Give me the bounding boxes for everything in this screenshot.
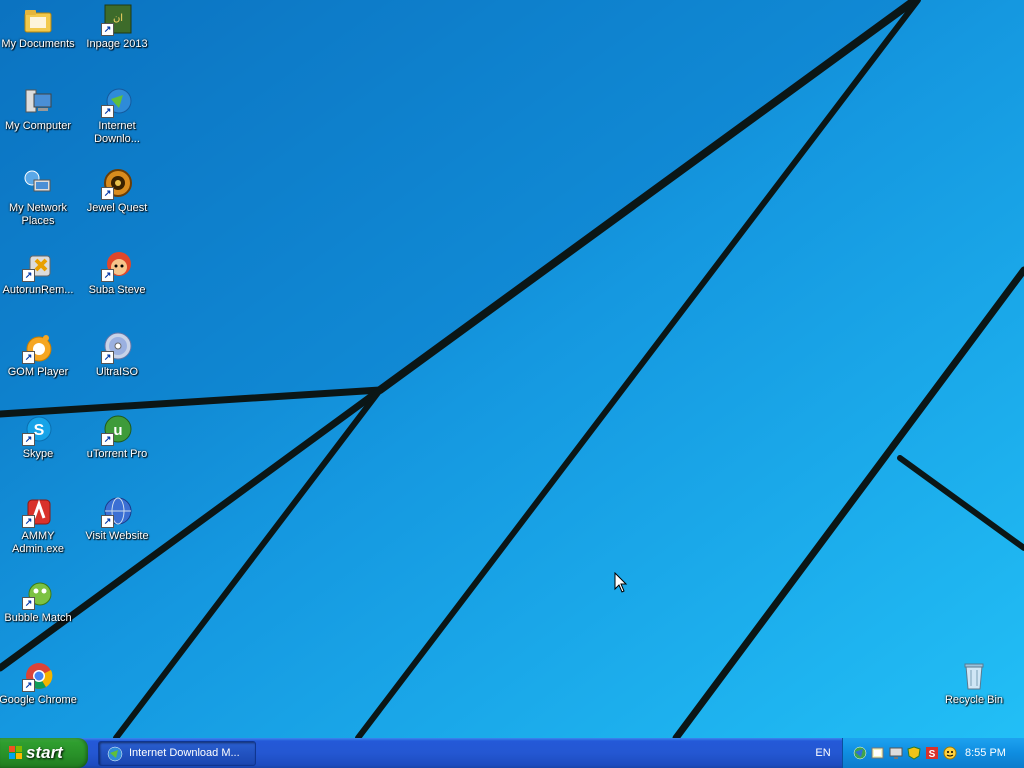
icon-label: Internet Downlo...	[94, 120, 140, 145]
language-indicator[interactable]: EN	[808, 738, 838, 768]
icon-label: My Network Places	[8, 202, 68, 227]
desktop-icon-autorun-remover[interactable]: ↗ AutorunRem...	[0, 250, 78, 297]
icon-label: UltraISO	[95, 366, 139, 378]
icon-label: AutorunRem...	[2, 284, 74, 296]
start-label: start	[26, 743, 63, 762]
icon-label: Inpage 2013	[86, 38, 148, 50]
icon-label: Suba Steve	[88, 284, 146, 296]
chrome-icon: ↗	[22, 660, 54, 692]
shortcut-arrow-icon: ↗	[22, 515, 35, 528]
svg-text:S: S	[34, 422, 45, 439]
desktop-icon-jewel-quest[interactable]: ↗ Jewel Quest	[77, 168, 157, 215]
shortcut-arrow-icon: ↗	[101, 105, 114, 118]
desktop-icon-inpage-2013[interactable]: ان ↗ Inpage 2013	[77, 4, 157, 51]
desktop-icon-skype[interactable]: S ↗ Skype	[0, 414, 78, 461]
desktop-icon-suba-steve[interactable]: ↗ Suba Steve	[77, 250, 157, 297]
jewel-quest-icon: ↗	[101, 168, 133, 200]
icon-label: My Computer	[4, 120, 72, 132]
icon-label: Skype	[22, 448, 54, 460]
utorrent-icon: u ↗	[101, 414, 133, 446]
folder-icon	[22, 4, 54, 36]
icon-label: My Documents	[1, 38, 75, 50]
shortcut-arrow-icon: ↗	[22, 351, 35, 364]
icon-label: GOM Player	[7, 366, 69, 378]
skype-icon: S ↗	[22, 414, 54, 446]
mouse-pointer-icon	[614, 572, 628, 593]
desktop-icon-gom-player[interactable]: ↗ GOM Player	[0, 332, 78, 379]
svg-text:S: S	[929, 749, 936, 760]
desktop-icon-internet-download-manager[interactable]: ↗ Internet Downlo...	[77, 86, 157, 146]
game-character-icon: ↗	[101, 250, 133, 282]
taskbar: start Internet Download M... EN S 8:55 P…	[0, 738, 1024, 768]
icon-label: uTorrent Pro	[86, 448, 148, 460]
bubble-match-icon: ↗	[22, 578, 54, 610]
ammy-admin-icon: ↗	[22, 496, 54, 528]
internet-download-manager-icon	[107, 746, 123, 762]
desktop-icon-my-network-places[interactable]: My Network Places	[0, 168, 78, 228]
system-tray: S 8:55 PM	[842, 738, 1024, 768]
smiley-icon[interactable]	[943, 746, 957, 760]
windows-logo-icon	[9, 746, 22, 759]
inpage-icon: ان ↗	[101, 4, 133, 36]
shortcut-arrow-icon: ↗	[22, 597, 35, 610]
shortcut-arrow-icon: ↗	[101, 351, 114, 364]
icon-label: Jewel Quest	[86, 202, 148, 214]
desktop-icon-my-documents[interactable]: My Documents	[0, 4, 78, 51]
icon-label: Bubble Match	[4, 612, 72, 624]
disc-icon: ↗	[101, 332, 133, 364]
monitor-icon[interactable]	[889, 746, 903, 760]
gom-player-icon: ↗	[22, 332, 54, 364]
icon-label: Visit Website	[85, 530, 149, 542]
shortcut-arrow-icon: ↗	[101, 187, 114, 200]
taskbar-button-internet-download-manager[interactable]: Internet Download M...	[98, 741, 256, 766]
desktop[interactable]: My Documents My Computer My Network Plac…	[0, 0, 1024, 738]
shortcut-arrow-icon: ↗	[101, 515, 114, 528]
desktop-icon-utorrent-pro[interactable]: u ↗ uTorrent Pro	[77, 414, 157, 461]
desktop-icon-ultraiso[interactable]: ↗ UltraISO	[77, 332, 157, 379]
icon-label: Recycle Bin	[944, 694, 1004, 706]
desktop-icon-bubble-match[interactable]: ↗ Bubble Match	[0, 578, 78, 625]
icon-label: Google Chrome	[0, 694, 77, 706]
network-places-icon	[22, 168, 54, 200]
network-globe-icon[interactable]	[853, 746, 867, 760]
svg-text:u: u	[113, 422, 122, 439]
autorun-remover-icon: ↗	[22, 250, 54, 282]
desktop-icon-ammy-admin[interactable]: ↗ AMMY Admin.exe	[0, 496, 78, 556]
desktop-icon-visit-website[interactable]: ↗ Visit Website	[77, 496, 157, 543]
start-button[interactable]: start	[0, 738, 88, 768]
shield-icon[interactable]	[907, 746, 921, 760]
shortcut-arrow-icon: ↗	[101, 269, 114, 282]
computer-icon	[22, 86, 54, 118]
desktop-icon-google-chrome[interactable]: ↗ Google Chrome	[0, 660, 78, 707]
shortcut-arrow-icon: ↗	[101, 23, 114, 36]
icon-label: AMMY Admin.exe	[12, 530, 64, 555]
recycle-bin-icon	[958, 660, 990, 692]
shortcut-arrow-icon: ↗	[22, 679, 35, 692]
internet-download-manager-icon: ↗	[101, 86, 133, 118]
task-label: Internet Download M...	[129, 747, 240, 759]
shortcut-arrow-icon: ↗	[22, 269, 35, 282]
desktop-icon-my-computer[interactable]: My Computer	[0, 86, 78, 133]
shortcut-arrow-icon: ↗	[101, 433, 114, 446]
desktop-icon-recycle-bin[interactable]: Recycle Bin	[934, 660, 1014, 707]
globe-icon: ↗	[101, 496, 133, 528]
clock[interactable]: 8:55 PM	[965, 738, 1006, 768]
folder-sync-icon[interactable]	[871, 746, 885, 760]
svg-text:ان: ان	[113, 13, 123, 24]
shortcut-arrow-icon: ↗	[22, 433, 35, 446]
security-icon[interactable]: S	[925, 746, 939, 760]
